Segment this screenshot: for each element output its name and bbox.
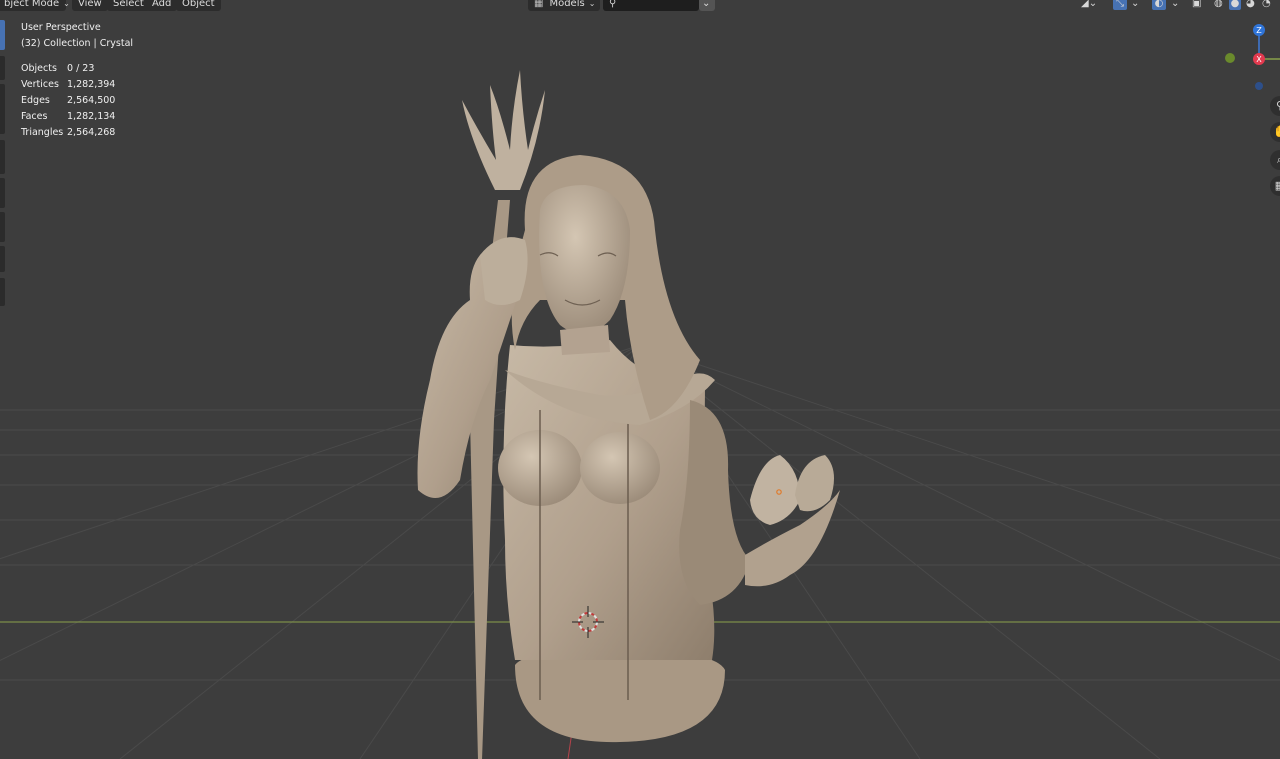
tool-rotate[interactable] [0, 140, 5, 174]
3d-viewport[interactable] [0, 0, 1280, 759]
tool-cursor[interactable] [0, 56, 5, 80]
stat-value: 1,282,394 [67, 79, 116, 90]
menu-select[interactable]: Select [107, 0, 150, 11]
menu-select-label: Select [113, 0, 144, 9]
search-icon: ⚲ [609, 0, 617, 9]
material-shading-icon[interactable]: ◕ [1246, 0, 1255, 10]
navigation-gizmo[interactable]: Z X [1215, 18, 1280, 93]
snap-icon[interactable]: ⤡ [1113, 0, 1127, 10]
stat-value: 2,564,500 [67, 95, 116, 106]
menu-object-label: Object [182, 0, 215, 9]
stat-value: 2,564,268 [67, 127, 116, 138]
wireframe-shading-icon[interactable]: ◍ [1214, 0, 1223, 10]
collection-filter-label: Models [549, 0, 585, 9]
stat-value: 1,282,134 [67, 111, 116, 122]
stat-value: 0 / 23 [67, 63, 95, 74]
mode-selector[interactable]: bject Mode ⌄ [0, 0, 70, 11]
menu-add-label: Add [152, 0, 172, 9]
stat-label: Vertices [21, 79, 59, 90]
tool-annotate[interactable] [0, 246, 5, 272]
chevron-down-icon: ⌄ [702, 0, 711, 9]
chevron-down-icon[interactable]: ⌄ [1131, 0, 1139, 10]
stat-label: Objects [21, 63, 57, 74]
chevron-down-icon[interactable]: ⌄ [1171, 0, 1179, 10]
xray-icon[interactable]: ▣ [1192, 0, 1201, 10]
search-field[interactable]: ⚲ [603, 0, 699, 11]
neg-z-axis-handle[interactable] [1255, 82, 1263, 90]
tool-select-box[interactable] [0, 20, 5, 50]
view-perspective-label: User Perspective [21, 22, 101, 33]
menu-view-label: View [78, 0, 102, 9]
z-axis-label: Z [1256, 26, 1262, 35]
solid-shading-icon[interactable]: ● [1229, 0, 1241, 10]
menu-add[interactable]: Add [146, 0, 178, 11]
chevron-down-icon: ⌄ [588, 0, 596, 8]
filter-dropdown[interactable]: ⌄ [699, 0, 715, 11]
collection-icon: ▦ [534, 0, 544, 9]
menu-object[interactable]: Object [176, 0, 221, 11]
rendered-shading-icon[interactable]: ◔ [1262, 0, 1271, 10]
mode-label: bject Mode [4, 0, 60, 9]
tool-measure[interactable] [0, 278, 5, 306]
stat-label: Faces [21, 111, 48, 122]
stat-label: Edges [21, 95, 50, 106]
chevron-down-icon: ⌄ [63, 0, 70, 8]
tool-transform[interactable] [0, 212, 5, 242]
collection-label: (32) Collection | Crystal [21, 38, 134, 49]
y-axis-handle[interactable] [1225, 53, 1235, 63]
tool-scale[interactable] [0, 178, 5, 208]
collection-filter[interactable]: ▦ Models ⌄ [528, 0, 600, 11]
cursor-icon[interactable]: ◢⌄ [1081, 0, 1097, 10]
x-axis-label: X [1256, 55, 1262, 64]
menu-view[interactable]: View [72, 0, 108, 11]
tool-move[interactable] [0, 84, 5, 134]
overlay-icon[interactable]: ◐ [1152, 0, 1166, 10]
stat-label: Triangles [21, 127, 64, 138]
